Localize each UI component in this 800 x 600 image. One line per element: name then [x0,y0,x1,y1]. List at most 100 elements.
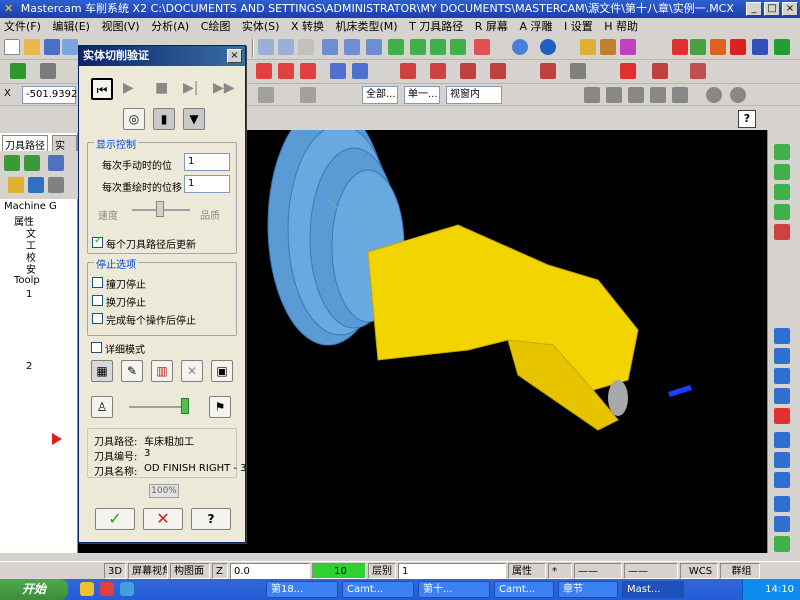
menu-xform[interactable]: X 转换 [291,20,324,33]
surface-icon-1[interactable] [774,328,790,344]
screen-view-button[interactable]: 屏幕视角 [128,563,168,579]
menu-machine-type[interactable]: 机床类型(M) [336,20,398,33]
solid-icon-4[interactable] [774,204,790,220]
toolpath-icon[interactable] [690,63,706,79]
print-icon[interactable] [62,39,78,55]
point-style-dropdown[interactable]: * [548,563,572,579]
ok-button[interactable]: ✓ [95,508,135,530]
cube-side-icon[interactable] [450,39,466,55]
zoom-window-icon[interactable] [278,39,294,55]
walk-icon[interactable]: ♙ [91,396,113,418]
wave-icon[interactable] [28,177,44,193]
menu-toolpaths[interactable]: T 刀具路径 [409,20,463,33]
menu-art[interactable]: A 浮雕 [519,20,552,33]
new-file-icon[interactable] [4,39,20,55]
repaint-icon[interactable] [322,39,338,55]
cube-front-icon[interactable] [430,39,446,55]
mark-icon[interactable] [672,39,688,55]
globe-icon[interactable] [512,39,528,55]
circle-icon[interactable] [706,87,722,103]
break-icon[interactable] [570,63,586,79]
stop-icon[interactable] [730,39,746,55]
cube-top-icon[interactable] [410,39,426,55]
maximize-button[interactable]: □ [764,2,780,16]
save-stl-icon[interactable]: ▣ [211,360,233,382]
window-mode-dropdown[interactable]: 视窗内 [446,86,502,104]
menu-edit[interactable]: 编辑(E) [52,20,90,33]
select-all-ops-icon[interactable] [4,155,20,171]
display-tool-icon[interactable]: ◎ [123,108,145,130]
sim-speed-thumb[interactable] [181,398,189,414]
analyze-icon[interactable] [652,63,668,79]
select-all-dropdown[interactable]: 全部... [362,86,398,104]
task-item-3[interactable]: 第十... [418,581,490,598]
quicklaunch-icon-1[interactable] [80,582,94,596]
point-icon[interactable] [10,63,26,79]
tree-machine[interactable]: Machine G [4,201,57,212]
menu-file[interactable]: 文件(F) [4,20,41,33]
rewind-button[interactable]: ⏮ [91,78,113,100]
pencil-icon[interactable] [580,39,596,55]
verbose-checkbox[interactable] [91,342,102,353]
task-item-4[interactable]: Camt... [494,581,554,598]
play-button[interactable]: ▶ [123,80,134,96]
level-input[interactable]: 1 [398,563,506,579]
surface-icon-3[interactable] [774,368,790,384]
selection-icon[interactable] [258,87,274,103]
lock-icon[interactable] [8,177,24,193]
circle2-icon[interactable] [730,87,746,103]
trim-icon[interactable] [540,63,556,79]
help-button[interactable]: ? [191,508,231,530]
hex4-icon[interactable] [672,87,688,103]
check-icon[interactable] [690,39,706,55]
tree-op-1[interactable]: 1 [26,289,32,300]
plane-button[interactable]: 构图面 [170,563,210,579]
filter-icon[interactable] [48,177,64,193]
surface-icon-2[interactable] [774,348,790,364]
select-dirty-icon[interactable] [24,155,40,171]
solid-icon-2[interactable] [774,164,790,180]
mirror-icon[interactable] [490,63,506,79]
step-button[interactable]: ▶| [183,80,198,96]
select-single-dropdown[interactable]: 单一... [404,86,440,104]
tree-safety[interactable]: 安 [26,261,36,276]
solid-icon-5[interactable] [774,224,790,240]
compare-icon[interactable]: ✕ [181,360,203,382]
rotate-icon[interactable] [352,63,368,79]
menu-screen[interactable]: R 屏幕 [475,20,508,33]
translate-icon[interactable] [330,63,346,79]
line-width-dropdown[interactable]: —— [624,563,678,579]
line-style-dropdown[interactable]: —— [574,563,622,579]
scale-icon[interactable] [460,63,476,79]
array-icon[interactable] [300,63,316,79]
solid-icon-3[interactable] [774,184,790,200]
display-filter-icon[interactable]: ▼ [183,108,205,130]
attributes-button[interactable]: 属性 [508,563,546,579]
stop-toolchange-checkbox[interactable] [92,295,103,306]
surface-icon-9[interactable] [774,496,790,512]
paint-icon[interactable] [620,39,636,55]
arrows-icon[interactable] [774,39,790,55]
menu-solids[interactable]: 实体(S) [242,20,280,33]
menu-view[interactable]: 视图(V) [101,20,139,33]
update-checkbox[interactable] [92,235,103,248]
hex3-icon[interactable] [650,87,666,103]
surface-icon-8[interactable] [774,472,790,488]
close-button[interactable]: × [782,2,798,16]
rect-icon[interactable] [256,63,272,79]
menu-settings[interactable]: I 设置 [564,20,593,33]
z-value-input[interactable]: 0.0 [230,563,310,579]
chain-icon[interactable] [584,87,600,103]
x-coord-input[interactable]: -501.9392 [22,86,77,104]
task-item-1[interactable]: 第18... [266,581,338,598]
redraw-input[interactable]: 1 [184,175,230,193]
brush-icon[interactable] [600,39,616,55]
hex2-icon[interactable] [628,87,644,103]
menu-analyze[interactable]: 分析(A) [151,20,189,33]
view-top-icon[interactable] [344,39,360,55]
fit-icon[interactable] [298,39,314,55]
mode-3d-toggle[interactable]: 3D [104,563,126,579]
zoom-icon[interactable] [258,39,274,55]
arrow-icon[interactable] [752,39,768,55]
menu-help[interactable]: H 帮助 [604,20,638,33]
